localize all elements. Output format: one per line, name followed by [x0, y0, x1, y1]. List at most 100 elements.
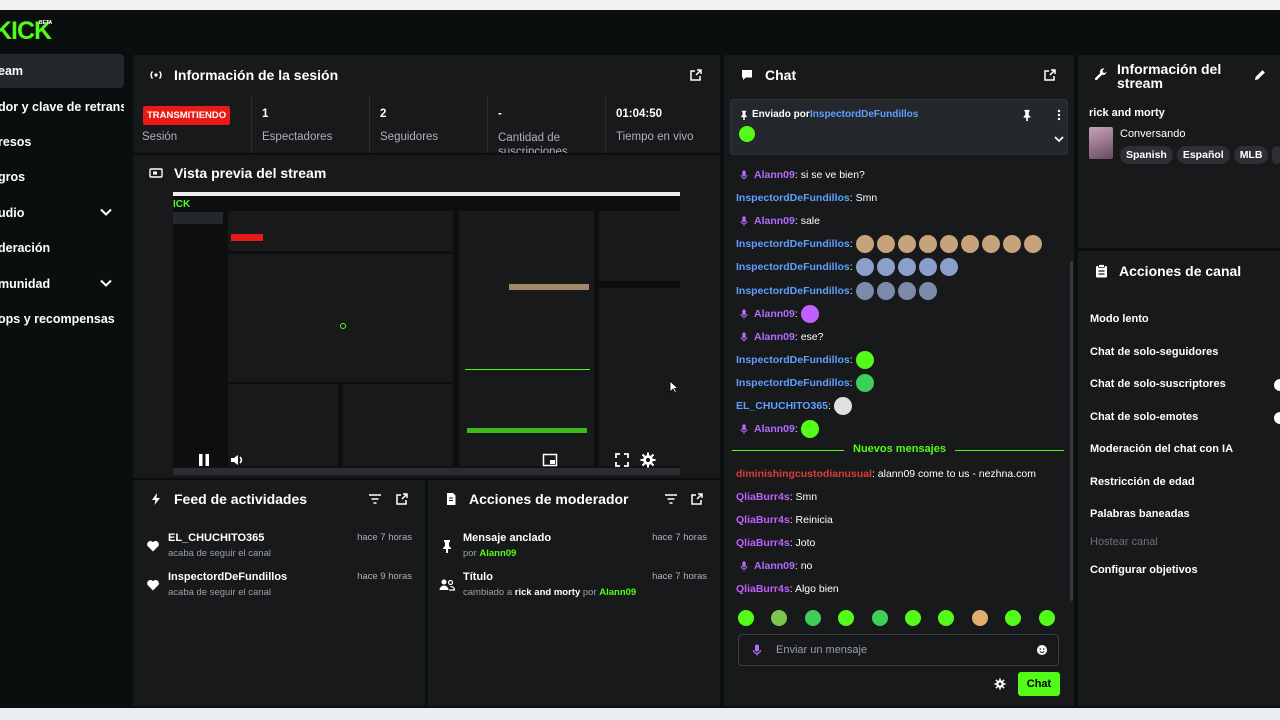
fullscreen-icon[interactable]: [614, 452, 630, 468]
preview-mini-info: [599, 211, 680, 281]
chat-username[interactable]: Alann09: [754, 423, 795, 435]
mod-user[interactable]: Alann09: [599, 587, 636, 598]
chat-username[interactable]: Alann09: [754, 169, 795, 181]
pinned-user[interactable]: InspectordDeFundillos: [810, 109, 918, 120]
send-chat-button[interactable]: Chat: [1018, 672, 1060, 696]
more-vertical-icon[interactable]: [1053, 109, 1065, 121]
stream-preview-video[interactable]: ICK: [173, 192, 680, 475]
sidebar-item-stream-key[interactable]: dor y clave de retransn: [0, 90, 124, 124]
kick-logo[interactable]: KICK BETA: [0, 17, 52, 46]
chat-username[interactable]: QliaBurr4s: [736, 583, 790, 595]
channel-action-item[interactable]: Chat de solo-suscriptores: [1090, 378, 1226, 390]
stat-value: 2: [380, 108, 387, 120]
chat-username[interactable]: QliaBurr4s: [736, 537, 790, 549]
emote-icon[interactable]: [804, 610, 821, 626]
chat-message-list: Alann09: si se ve bien? InspectordDeFundi…: [736, 165, 1066, 439]
emote-icon[interactable]: [871, 610, 888, 626]
chat-username[interactable]: InspectordDeFundillos: [736, 261, 850, 273]
emote-icon[interactable]: [1005, 610, 1022, 626]
pinned-prefix: Enviado por: [752, 109, 810, 120]
preview-mini-spinner: [340, 323, 346, 329]
chat-text: : Algo bien: [789, 583, 839, 595]
chat-username[interactable]: Alann09: [754, 560, 795, 572]
chat-message: Alann09:: [736, 419, 819, 439]
chat-settings-gear-icon[interactable]: [994, 678, 1006, 690]
sidebar-item-achievements[interactable]: gros: [0, 160, 124, 194]
chat-username[interactable]: InspectordDeFundillos: [736, 285, 850, 297]
emote-icon[interactable]: [1038, 610, 1055, 626]
channel-action-item[interactable]: Palabras baneadas: [1090, 508, 1190, 520]
toggle-switch[interactable]: [1274, 379, 1280, 391]
chat-username[interactable]: InspectordDeFundillos: [736, 377, 850, 389]
emote-icon[interactable]: [771, 610, 788, 626]
channel-action-item: Hostear canal: [1090, 536, 1158, 548]
channel-action-item[interactable]: Chat de solo-seguidores: [1090, 346, 1218, 358]
pause-icon[interactable]: [196, 452, 212, 468]
settings-gear-icon[interactable]: [640, 452, 656, 468]
chat-username[interactable]: EL_CHUCHITO365: [736, 400, 828, 412]
emote-icon[interactable]: [905, 610, 921, 626]
chat-username[interactable]: QliaBurr4s: [736, 514, 790, 526]
chat-username[interactable]: InspectordDeFundillos: [736, 238, 850, 250]
stat-live-time: 01:04:50 Tiempo en vivo: [605, 95, 720, 153]
stream-category[interactable]: Conversando: [1120, 128, 1185, 140]
channel-action-item[interactable]: Configurar objetivos: [1090, 564, 1198, 576]
chat-username[interactable]: QliaBurr4s: [736, 491, 790, 503]
chat-bubble-icon: [740, 68, 754, 82]
chat-username[interactable]: diminishingcustodianusual: [736, 468, 872, 480]
channel-action-item[interactable]: Modo lento: [1090, 313, 1149, 325]
filter-icon[interactable]: [368, 492, 382, 506]
channel-action-item[interactable]: Restricción de edad: [1090, 476, 1195, 488]
sidebar-item-stream[interactable]: eam: [0, 54, 124, 88]
kick-dashboard: KICK BETA eam dor y clave de retransn re…: [0, 0, 1280, 720]
feed-user[interactable]: InspectordDeFundillos: [168, 571, 287, 583]
chat-input[interactable]: Enviar un mensaje: [738, 634, 1059, 666]
stream-info-panel: Información del stream rick and morty Co…: [1078, 55, 1280, 248]
preview-mini-session: [228, 211, 453, 251]
mod-user[interactable]: Alann09: [479, 548, 516, 559]
live-status-badge: TRANSMITIENDO: [143, 106, 231, 125]
filter-icon[interactable]: [664, 492, 678, 506]
chat-username[interactable]: InspectordDeFundillos: [736, 354, 850, 366]
chat-username[interactable]: InspectordDeFundillos: [736, 192, 850, 204]
sidebar-item-moderation[interactable]: deración: [0, 231, 124, 265]
emote-icon[interactable]: [838, 610, 855, 626]
chat-scrollbar[interactable]: [1070, 261, 1073, 601]
sidebar-item-studio[interactable]: udio: [0, 196, 124, 230]
edit-pencil-icon[interactable]: [1254, 69, 1266, 81]
tag[interactable]: MLB: [1233, 146, 1269, 164]
emoji-smiley-icon[interactable]: [1036, 644, 1048, 656]
tag[interactable]: Spanish: [1120, 146, 1173, 164]
emote-icon[interactable]: [971, 610, 988, 626]
popout-icon[interactable]: [395, 492, 409, 506]
emote-icon: [833, 397, 852, 415]
sidebar-item-earnings[interactable]: resos: [0, 125, 124, 159]
pip-icon[interactable]: [542, 452, 558, 468]
chat-username[interactable]: Alann09: [754, 308, 795, 320]
chevron-down-icon[interactable]: [1053, 133, 1065, 145]
sidebar-item-rewards[interactable]: ops y recompensas: [0, 302, 124, 336]
volume-icon[interactable]: [229, 452, 245, 468]
chat-username[interactable]: Alann09: [754, 215, 795, 227]
channel-action-item[interactable]: Chat de solo-emotes: [1090, 411, 1198, 423]
session-info-title: Información de la sesión: [174, 67, 339, 83]
popout-icon[interactable]: [1043, 68, 1057, 82]
popout-icon[interactable]: [690, 492, 704, 506]
unpin-icon[interactable]: [1021, 109, 1033, 121]
emote-icon[interactable]: [938, 610, 955, 626]
category-thumbnail[interactable]: [1089, 127, 1113, 159]
channel-action-item[interactable]: Moderación del chat con IA: [1090, 443, 1233, 455]
tag[interactable]: Español: [1176, 146, 1230, 164]
chat-username[interactable]: Alann09: [754, 331, 795, 343]
chat-message: QliaBurr4s: Algo bien: [736, 579, 839, 599]
toggle-switch[interactable]: [1274, 412, 1280, 424]
preview-mini-new-line: [465, 369, 590, 370]
emote-icon[interactable]: [738, 610, 754, 626]
microphone-icon: [740, 170, 748, 180]
mod-item: Título cambiado a rick and morty por Ala…: [428, 571, 720, 611]
popout-icon[interactable]: [689, 68, 703, 82]
feed-user[interactable]: EL_CHUCHITO365: [168, 532, 264, 544]
stat-session: TRANSMITIENDO Sesión: [133, 95, 251, 153]
sidebar-item-community[interactable]: munidad: [0, 267, 124, 301]
emote-icon: [939, 235, 958, 254]
